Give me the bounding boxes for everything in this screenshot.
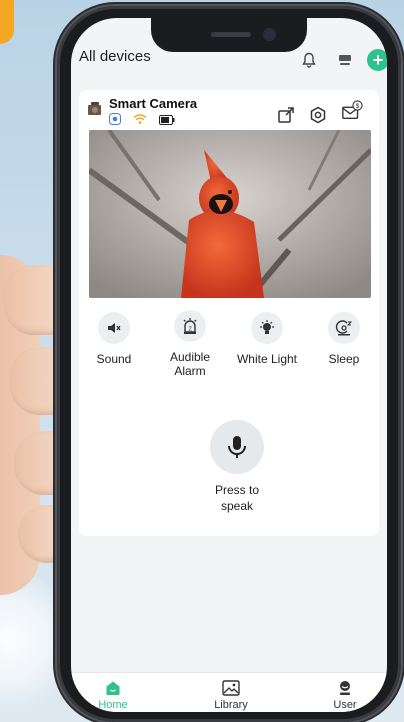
device-status-row xyxy=(109,112,175,130)
phone-notch xyxy=(151,18,307,52)
alarm-icon[interactable]: 2 xyxy=(174,310,206,342)
add-device-button[interactable]: + xyxy=(367,49,387,71)
message-badge: $ xyxy=(356,103,360,110)
press-to-speak-button[interactable]: Press to speak xyxy=(189,420,285,514)
page-title: All devices xyxy=(79,48,151,65)
front-camera xyxy=(265,30,274,39)
earpiece xyxy=(211,32,251,37)
wifi-icon xyxy=(133,112,147,130)
tab-home[interactable]: Home xyxy=(83,679,143,711)
gateway-icon[interactable] xyxy=(335,50,355,70)
audible-alarm-control[interactable]: 2 Audible Alarm xyxy=(155,310,225,378)
audible-alarm-label: Audible Alarm xyxy=(169,350,211,378)
sound-control[interactable]: Sound xyxy=(79,312,149,366)
camera-live-feed[interactable] xyxy=(89,130,371,298)
microphone-icon[interactable] xyxy=(210,420,264,474)
bell-icon[interactable] xyxy=(299,50,319,70)
recording-icon xyxy=(109,112,121,130)
battery-icon xyxy=(159,112,175,130)
device-card: Smart Camera $ Sound 2 Audible Alarm Whi… xyxy=(79,90,379,536)
sleep-icon[interactable] xyxy=(328,312,360,344)
device-name[interactable]: Smart Camera xyxy=(109,96,197,111)
phone-screen: All devices + Smart Camera $ Sound 2 Aud… xyxy=(71,18,387,712)
tab-user-label: User xyxy=(333,699,357,711)
messages-icon[interactable]: $ xyxy=(341,100,363,122)
tab-user[interactable]: User xyxy=(315,679,375,711)
tab-home-label: Home xyxy=(98,699,128,711)
sleep-label: Sleep xyxy=(328,352,360,366)
bottom-tab-bar: Home Library User xyxy=(71,672,387,712)
user-icon xyxy=(336,679,354,697)
background-orange-tab xyxy=(0,0,14,44)
home-icon xyxy=(104,679,122,697)
speaker-muted-icon[interactable] xyxy=(98,312,130,344)
tab-library[interactable]: Library xyxy=(201,679,261,711)
sound-label: Sound xyxy=(96,352,132,366)
white-light-control[interactable]: White Light xyxy=(227,312,307,366)
tab-library-label: Library xyxy=(214,699,248,711)
camera-thumbnail-icon xyxy=(87,100,105,118)
share-icon[interactable] xyxy=(275,104,297,126)
sleep-control[interactable]: Sleep xyxy=(309,312,379,366)
gallery-icon xyxy=(222,679,240,697)
phone-frame: All devices + Smart Camera $ Sound 2 Aud… xyxy=(57,6,401,722)
press-to-speak-label: Press to speak xyxy=(214,483,259,513)
settings-icon[interactable] xyxy=(307,104,329,126)
light-bulb-icon[interactable] xyxy=(251,312,283,344)
white-light-label: White Light xyxy=(236,352,298,366)
